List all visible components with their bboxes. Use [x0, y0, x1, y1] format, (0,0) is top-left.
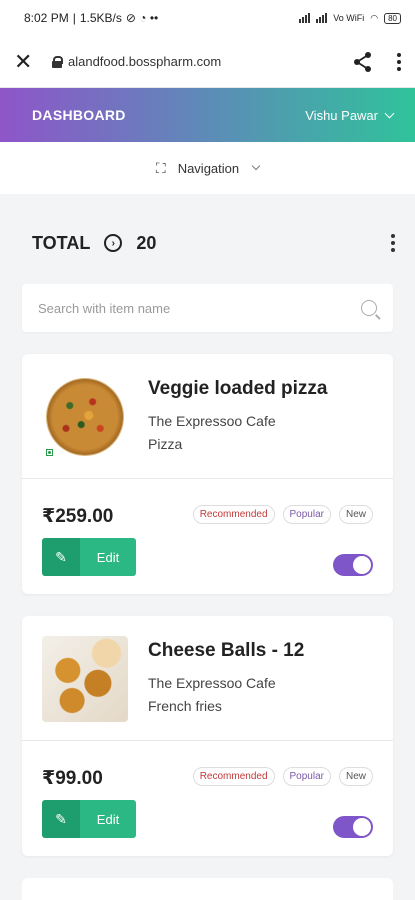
wifi-icon: ◠ — [370, 12, 379, 23]
tag-popular[interactable]: Popular — [282, 505, 331, 524]
url-text: alandfood.bosspharm.com — [68, 54, 222, 69]
navigation-label: Navigation — [177, 160, 240, 176]
item-category: French fries — [148, 698, 222, 714]
item-image — [42, 636, 128, 722]
edit-icon: ✎ — [42, 800, 80, 838]
tag-popular[interactable]: Popular — [282, 767, 331, 786]
battery-icon: 80 — [384, 12, 401, 24]
edit-icon: ✎ — [42, 538, 80, 576]
browser-bar: ✕ alandfood.bosspharm.com — [0, 36, 415, 88]
total-label: TOTAL — [32, 232, 91, 253]
signal-icon — [299, 13, 311, 23]
availability-toggle[interactable] — [333, 816, 373, 838]
total-count: 20 — [136, 232, 157, 253]
network-label: Vo WiFi — [333, 13, 365, 23]
item-price: ₹99.00 — [42, 768, 103, 789]
page-title[interactable]: DASHBOARD — [32, 107, 126, 123]
item-price: ₹259.00 — [42, 506, 114, 527]
item-category: Pizza — [148, 436, 183, 452]
item-name: Cheese Balls - 12 — [148, 640, 305, 661]
chevron-down-icon — [384, 108, 395, 118]
url-bar[interactable]: alandfood.bosspharm.com — [52, 54, 353, 69]
notification-icons: ⊘ ◔ •• — [125, 11, 159, 25]
item-card-partial — [22, 878, 393, 900]
edit-button[interactable]: ✎ Edit — [42, 538, 136, 576]
app-header: DASHBOARD Vishu Pawar — [0, 88, 415, 142]
status-time: 8:02 PM — [24, 11, 69, 25]
tag-recommended[interactable]: Recommended — [192, 505, 275, 524]
item-cafe: The Expressoo Cafe — [148, 675, 276, 691]
edit-button[interactable]: ✎ Edit — [42, 800, 136, 838]
chevron-down-icon — [251, 161, 261, 171]
user-name: Vishu Pawar — [305, 107, 378, 123]
user-menu[interactable]: Vishu Pawar — [305, 107, 395, 123]
tag-new[interactable]: New — [338, 505, 373, 524]
tag-new[interactable]: New — [338, 767, 373, 786]
navigation-dropdown[interactable]: ⛶ Navigation — [0, 142, 415, 194]
search-box — [22, 284, 393, 332]
status-bar: 8:02 PM | 1.5KB/s ⊘ ◔ •• Vo WiFi ◠ 80 — [0, 0, 415, 36]
availability-toggle[interactable] — [333, 554, 373, 576]
item-card: Cheese Balls - 12 The Expressoo Cafe Fre… — [22, 616, 393, 856]
item-cafe: The Expressoo Cafe — [148, 413, 276, 429]
veg-icon — [46, 449, 53, 456]
edit-label: Edit — [80, 800, 136, 838]
search-input[interactable] — [38, 300, 361, 316]
edit-label: Edit — [80, 538, 136, 576]
tag-recommended[interactable]: Recommended — [192, 767, 275, 786]
item-image — [42, 374, 128, 460]
total-row: TOTAL › 20 — [0, 228, 415, 258]
close-icon[interactable]: ✕ — [14, 49, 40, 75]
lock-icon — [52, 55, 63, 68]
signal-icon-2 — [316, 13, 328, 23]
pizza-image — [47, 379, 123, 455]
more-vert-icon[interactable] — [397, 52, 401, 71]
share-icon[interactable] — [353, 51, 373, 73]
navigation-icon: ⛶ — [155, 159, 166, 176]
cheese-balls-image — [42, 636, 128, 722]
circle-arrow-icon: › — [104, 234, 123, 252]
status-speed: 1.5KB/s — [79, 11, 122, 25]
more-vert-icon[interactable] — [391, 234, 395, 252]
item-card: Veggie loaded pizza The Expressoo Cafe P… — [22, 354, 393, 594]
item-name: Veggie loaded pizza — [148, 378, 328, 399]
search-icon[interactable] — [361, 300, 377, 316]
